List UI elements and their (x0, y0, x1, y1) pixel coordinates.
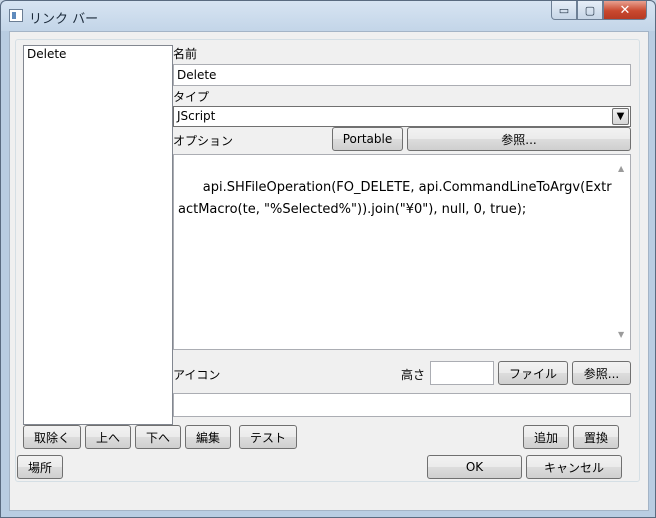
minimize-icon: ▭ (558, 3, 570, 17)
script-text: api.SHFileOperation(FO_DELETE, api.Comma… (178, 180, 612, 217)
height-label: 高さ (401, 368, 426, 382)
type-select[interactable]: JScript ▼ (173, 106, 631, 127)
move-down-button[interactable]: 下へ (135, 425, 181, 449)
dialog-window: リンク バー ▭ ▢ ✕ Delete 名前 Delete タイプ JScrip… (0, 0, 656, 518)
script-editor[interactable]: api.SHFileOperation(FO_DELETE, api.Comma… (173, 154, 631, 350)
name-input[interactable]: Delete (173, 64, 631, 86)
client-area: Delete 名前 Delete タイプ JScript ▼ オプション Por… (9, 31, 649, 511)
type-label: タイプ (173, 90, 210, 104)
name-label: 名前 (173, 47, 198, 61)
maximize-icon: ▢ (584, 3, 596, 17)
test-button[interactable]: テスト (239, 425, 297, 449)
portable-button[interactable]: Portable (332, 127, 403, 151)
options-label: オプション (173, 134, 234, 148)
location-button[interactable]: 場所 (17, 455, 63, 479)
link-list[interactable]: Delete (23, 45, 173, 425)
type-select-value: JScript (177, 109, 216, 123)
ok-button[interactable]: OK (427, 455, 522, 479)
replace-button[interactable]: 置換 (573, 425, 619, 449)
list-item[interactable]: Delete (24, 46, 172, 62)
scroll-up-icon[interactable]: ▲ (618, 158, 624, 180)
options-browse-button[interactable]: 参照... (407, 127, 631, 151)
close-button[interactable]: ✕ (603, 1, 647, 20)
edit-button[interactable]: 編集 (185, 425, 231, 449)
move-up-button[interactable]: 上へ (85, 425, 131, 449)
cancel-button[interactable]: キャンセル (526, 455, 622, 479)
editor-scrollbar[interactable]: ▲ ▼ (614, 155, 630, 349)
title-bar[interactable]: リンク バー ▭ ▢ ✕ (1, 1, 655, 31)
icon-path-input[interactable] (173, 393, 631, 417)
icon-label: アイコン (173, 368, 221, 382)
height-input[interactable] (430, 361, 494, 385)
remove-button[interactable]: 取除く (23, 425, 81, 449)
maximize-button[interactable]: ▢ (577, 1, 603, 20)
window-title: リンク バー (29, 12, 99, 27)
file-button[interactable]: ファイル (498, 361, 568, 385)
close-icon: ✕ (619, 2, 631, 18)
app-icon (9, 9, 23, 22)
icon-browse-button[interactable]: 参照... (572, 361, 631, 385)
add-button[interactable]: 追加 (523, 425, 569, 449)
chevron-down-icon[interactable]: ▼ (612, 108, 629, 125)
minimize-button[interactable]: ▭ (551, 1, 577, 20)
caption-buttons: ▭ ▢ ✕ (551, 1, 647, 21)
scroll-down-icon[interactable]: ▼ (618, 324, 624, 346)
